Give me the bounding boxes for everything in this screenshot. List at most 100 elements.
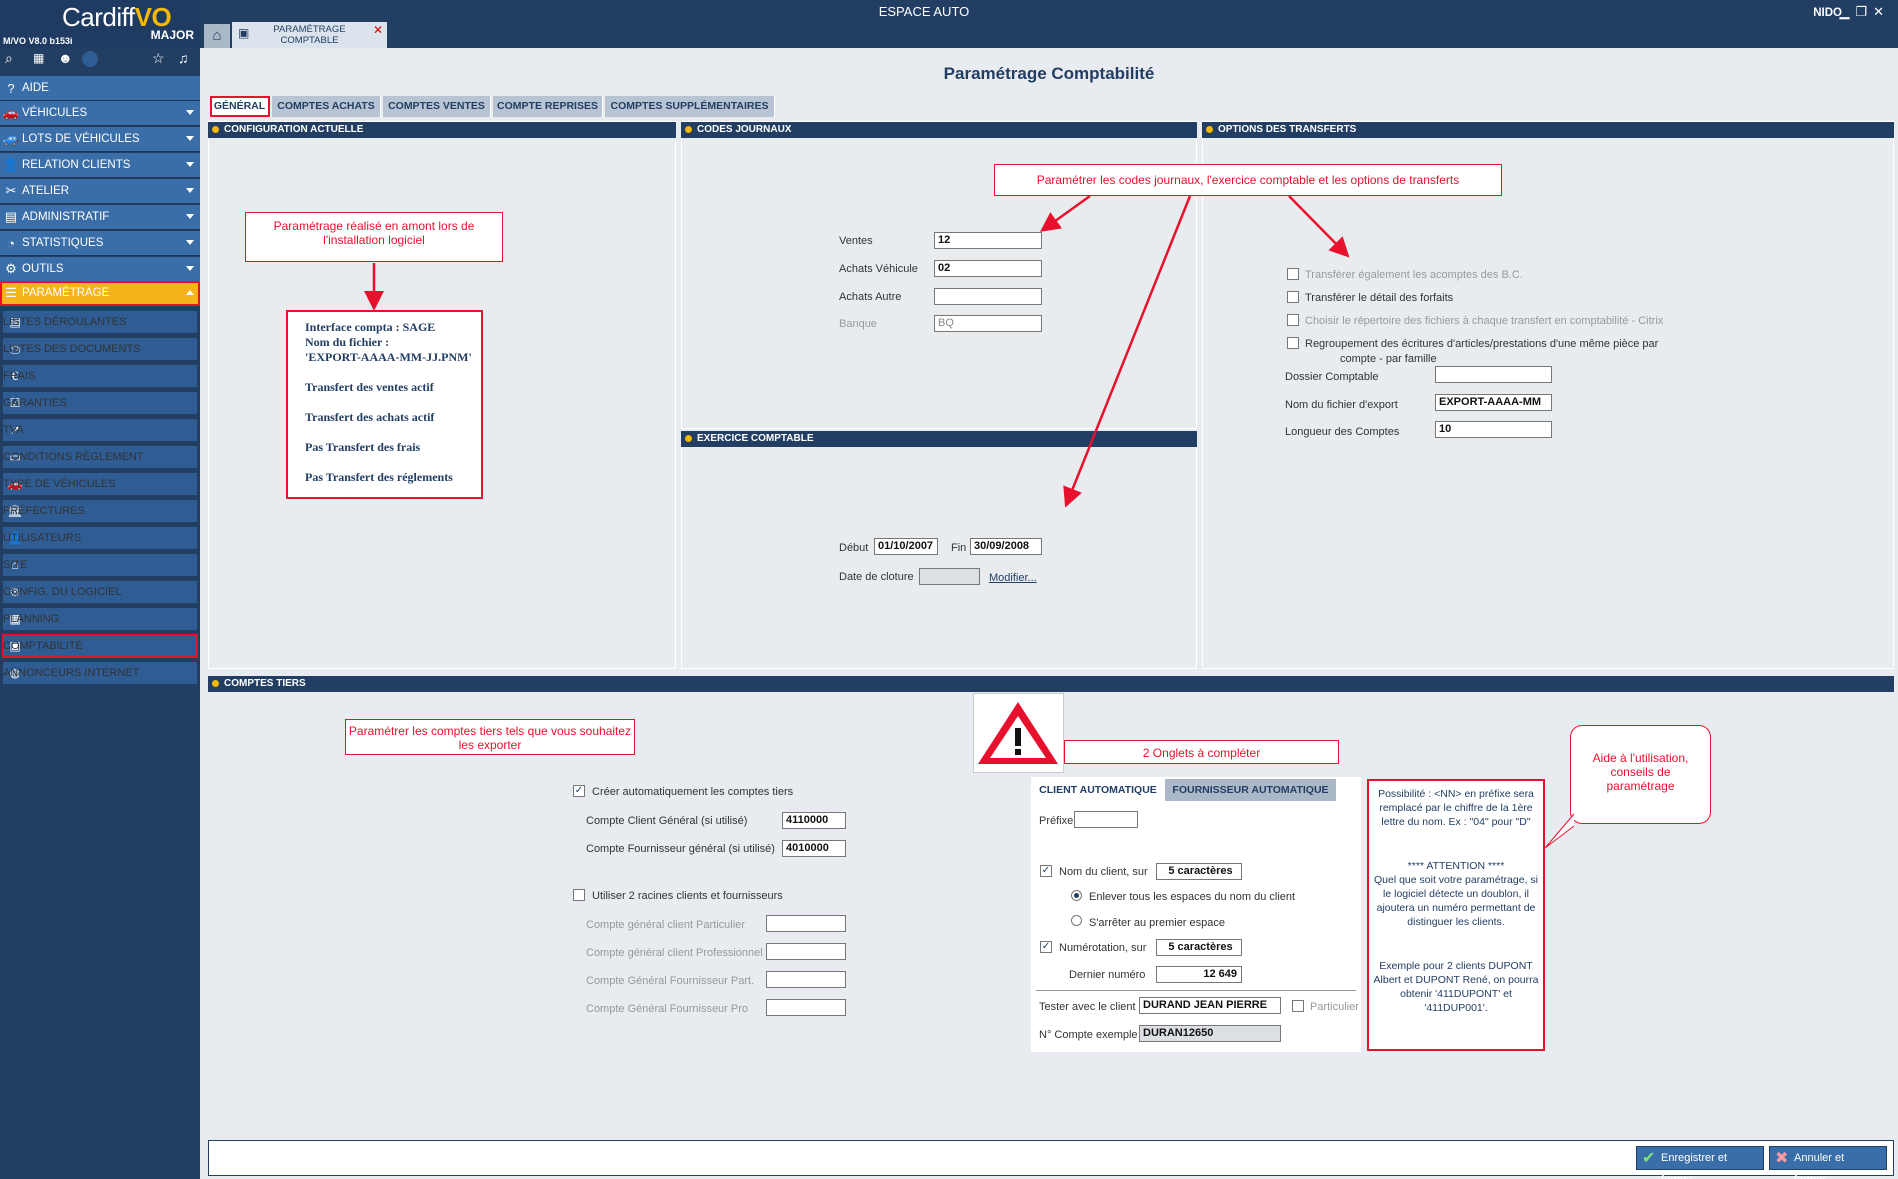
avatar[interactable] bbox=[82, 51, 98, 67]
longueur-input[interactable]: 10 bbox=[1435, 421, 1552, 438]
auto-tiers-checkbox[interactable]: ✓ bbox=[573, 785, 585, 797]
current-user[interactable]: NIDO bbox=[1813, 7, 1842, 19]
fournisseur-general-label: Compte Fournisseur général (si utilisé) bbox=[586, 843, 775, 855]
config-annotation: Paramétrage réalisé en amont lors de l'i… bbox=[245, 212, 503, 262]
sidebar-subitem-prefectures[interactable]: 🏛 PRÉFECTURES bbox=[3, 500, 197, 522]
achats-autre-input[interactable] bbox=[934, 288, 1042, 305]
nom-client-checkbox[interactable]: ✓ bbox=[1040, 865, 1052, 877]
particulier-checkbox[interactable] bbox=[1292, 1000, 1304, 1012]
sidebar-subitem-planning[interactable]: ▦ PLANNING bbox=[3, 608, 197, 630]
banque-input[interactable]: BQ bbox=[934, 315, 1042, 332]
calendar-icon[interactable]: ▦ bbox=[33, 51, 44, 65]
numerotation-select[interactable]: 5 caractères bbox=[1156, 939, 1242, 956]
debut-input[interactable]: 01/10/2007 bbox=[874, 538, 938, 555]
sidebar-subitem-annonceurs-internet[interactable]: ◍ ANNONCEURS INTERNET bbox=[3, 662, 197, 684]
fin-input[interactable]: 30/09/2008 bbox=[970, 538, 1042, 555]
sidebar-icon: 👤 bbox=[2, 157, 20, 172]
tab-comptes-achats[interactable]: COMPTES ACHATS bbox=[272, 96, 381, 117]
config-line-achats: Transfert des achats actif bbox=[305, 410, 435, 424]
cf-particulier-input[interactable] bbox=[766, 971, 846, 988]
sidebar-item-parametrage[interactable]: ☰ PARAMÉTRAGE bbox=[0, 281, 200, 306]
tab-compte-reprises[interactable]: COMPTE REPRISES bbox=[493, 96, 603, 117]
sidebar-subitem-conditions-reglement[interactable]: ▭ CONDITIONS RÈGLEMENT bbox=[3, 446, 197, 468]
sidebar-item-label: ATELIER bbox=[22, 185, 70, 197]
cg-particulier-input[interactable] bbox=[766, 915, 846, 932]
fournisseur-general-input[interactable]: 4010000 bbox=[782, 840, 846, 857]
forfaits-checkbox[interactable] bbox=[1287, 291, 1299, 303]
exercice-header: EXERCICE COMPTABLE bbox=[681, 431, 1197, 447]
sidebar-item-atelier[interactable]: ✂ ATELIER bbox=[0, 179, 200, 204]
sidebar-item-lots-de-vehicules[interactable]: 🚙 LOTS DE VÉHICULES bbox=[0, 127, 200, 152]
sidebar-subitem-label: UTILISATEURS bbox=[3, 532, 82, 544]
racines-checkbox[interactable] bbox=[573, 889, 585, 901]
chevron-down-icon bbox=[186, 136, 194, 141]
dossier-input[interactable] bbox=[1435, 366, 1552, 383]
user-icon[interactable]: ☻ bbox=[58, 50, 73, 66]
premier-espace-radio[interactable] bbox=[1071, 915, 1082, 926]
close-icon[interactable]: ✕ bbox=[1873, 4, 1890, 19]
window-controls: ▁❐✕ bbox=[1839, 4, 1890, 20]
sidebar-item-label: RELATION CLIENTS bbox=[22, 159, 131, 171]
enlever-espaces-radio[interactable] bbox=[1071, 890, 1082, 901]
tab-comptes-ventes[interactable]: COMPTES VENTES bbox=[383, 96, 491, 117]
sidebar-subitem-type-de-vehicules[interactable]: 🚗 TYPE DE VÉHICULES bbox=[3, 473, 197, 495]
config-header: CONFIGURATION ACTUELLE bbox=[208, 122, 676, 138]
banque-label: Banque bbox=[839, 318, 877, 330]
sidebar-subitem-garanties[interactable]: ☑ GARANTIES bbox=[3, 392, 197, 414]
document-tab-line2: COMPTABLE bbox=[280, 35, 339, 46]
save-button[interactable]: ✔Enregistrer et fermer bbox=[1636, 1146, 1764, 1179]
sidebar-item-outils[interactable]: ⚙ OUTILS bbox=[0, 257, 200, 282]
cancel-button[interactable]: ✖Annuler et fermer bbox=[1769, 1146, 1887, 1179]
sidebar-subitem-frais[interactable]: € FRAIS bbox=[3, 365, 197, 387]
favorite-icon[interactable]: ☆ bbox=[152, 50, 165, 67]
sidebar-item-vehicules[interactable]: 🚗 VÉHICULES bbox=[0, 101, 200, 126]
sidebar-item-statistiques[interactable]: ◔ STATISTIQUES bbox=[0, 231, 200, 256]
fichier-input[interactable]: EXPORT-AAAA-MM bbox=[1435, 394, 1552, 411]
acomptes-checkbox[interactable] bbox=[1287, 268, 1299, 280]
sidebar-subitem-tva[interactable]: ↗ TVA bbox=[3, 419, 197, 441]
auto-tiers-label: Créer automatiquement les comptes tiers bbox=[592, 786, 794, 798]
fin-label: Fin bbox=[951, 542, 967, 554]
subtab-client-automatique[interactable]: CLIENT AUTOMATIQUE bbox=[1033, 779, 1163, 801]
minimize-icon[interactable]: ▁ bbox=[1839, 4, 1855, 19]
tab-general[interactable]: GÉNÉRAL bbox=[210, 96, 270, 117]
modifier-link[interactable]: Modifier... bbox=[989, 572, 1037, 584]
subtab-fournisseur-automatique[interactable]: FOURNISSEUR AUTOMATIQUE bbox=[1165, 779, 1336, 801]
sidebar-item-aide[interactable]: ? AIDE bbox=[0, 76, 200, 101]
sidebar-subitem-listes-des-documents[interactable]: ⎙ LISTES DES DOCUMENTS bbox=[3, 338, 197, 360]
restore-icon[interactable]: ❐ bbox=[1855, 4, 1873, 19]
dernier-numero-input[interactable]: 12 649 bbox=[1156, 966, 1242, 983]
search-icon[interactable]: ⌕ bbox=[5, 50, 13, 67]
cf-pro-input[interactable] bbox=[766, 999, 846, 1016]
achats-vehicule-input[interactable]: 02 bbox=[934, 260, 1042, 277]
cg-professionnel-input[interactable] bbox=[766, 943, 846, 960]
sidebar-item-label: STATISTIQUES bbox=[22, 237, 104, 249]
sidebar-subitem-site[interactable]: ⌂ SITE bbox=[3, 554, 197, 576]
nom-client-select[interactable]: 5 caractères bbox=[1156, 863, 1242, 880]
client-general-input[interactable]: 4110000 bbox=[782, 812, 846, 829]
help-doublon: Quel que soit votre paramétrage, si le l… bbox=[1373, 874, 1538, 928]
numerotation-checkbox[interactable]: ✓ bbox=[1040, 941, 1052, 953]
document-tab[interactable]: ▣ PARAMÉTRAGE COMPTABLE ✕ bbox=[232, 22, 387, 48]
sidebar-subitem-listes-deroulantes[interactable]: ▤ LISTES DÉROULANTES bbox=[3, 311, 197, 333]
sidebar-item-administratif[interactable]: ▤ ADMINISTRATIF bbox=[0, 205, 200, 230]
sidebar-subitem-utilisateurs[interactable]: 👤 UTILISATEURS bbox=[3, 527, 197, 549]
sidebar-icon: ☰ bbox=[5, 285, 17, 300]
config-line-ventes: Transfert des ventes actif bbox=[305, 380, 434, 394]
sidebar-subitem-comptabilite[interactable]: ▣ COMPTABILITÉ bbox=[2, 634, 198, 658]
premier-espace-label: S'arrêter au premier espace bbox=[1089, 917, 1225, 929]
repertoire-checkbox[interactable] bbox=[1287, 314, 1299, 326]
ventes-input[interactable]: 12 bbox=[934, 232, 1042, 249]
help-example: Exemple pour 2 clients DUPONT Albert et … bbox=[1373, 960, 1539, 1014]
prefixe-input[interactable] bbox=[1074, 811, 1138, 828]
achats-vehicule-label: Achats Véhicule bbox=[839, 263, 918, 275]
tab-comptes-supplementaires[interactable]: COMPTES SUPPLÉMENTAIRES bbox=[605, 96, 775, 117]
sidebar-subitem-config-du-logiciel[interactable]: ⚙ CONFIG. DU LOGICIEL bbox=[3, 581, 197, 603]
alert-bell-icon[interactable]: ♫ bbox=[178, 50, 189, 66]
regroupement-checkbox[interactable] bbox=[1287, 337, 1299, 349]
tester-input[interactable]: DURAND JEAN PIERRE bbox=[1139, 997, 1281, 1014]
sidebar-item-relation-clients[interactable]: 👤 RELATION CLIENTS bbox=[0, 153, 200, 178]
home-tab[interactable]: ⌂ bbox=[204, 24, 230, 48]
prefixe-label: Préfixe bbox=[1039, 815, 1074, 827]
close-tab-icon[interactable]: ✕ bbox=[373, 24, 383, 36]
